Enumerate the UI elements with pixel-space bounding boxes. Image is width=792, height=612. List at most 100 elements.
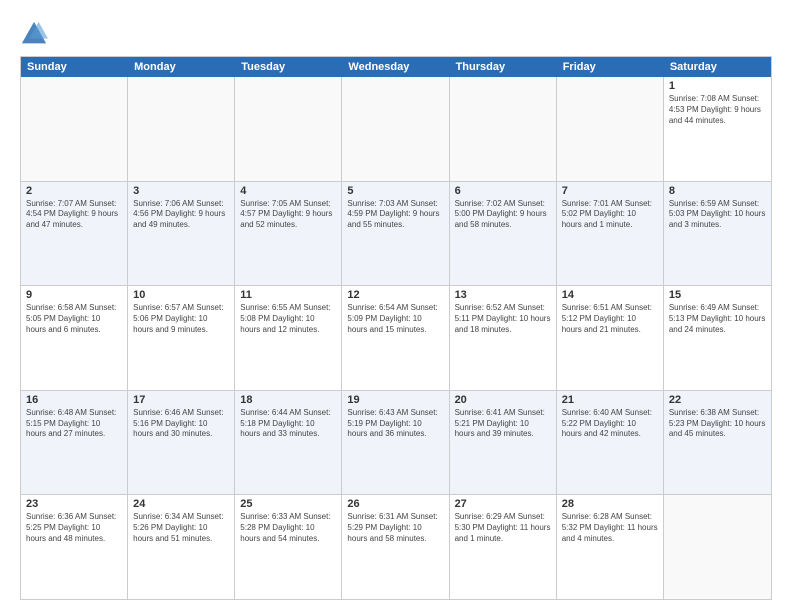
calendar-cell-2-2: 11 Sunrise: 6:55 AM Sunset: 5:08 PM Dayli… — [235, 286, 342, 390]
day-number: 15 — [669, 289, 766, 301]
calendar-cell-1-4: 6 Sunrise: 7:02 AM Sunset: 5:00 PM Daylig… — [450, 182, 557, 286]
day-info: Sunrise: 6:48 AM Sunset: 5:15 PM Dayligh… — [26, 408, 122, 440]
day-info: Sunrise: 6:31 AM Sunset: 5:29 PM Dayligh… — [347, 512, 443, 544]
logo-icon — [20, 20, 48, 48]
day-info: Sunrise: 6:46 AM Sunset: 5:16 PM Dayligh… — [133, 408, 229, 440]
day-number: 28 — [562, 498, 658, 510]
day-number: 9 — [26, 289, 122, 301]
calendar-cell-2-0: 9 Sunrise: 6:58 AM Sunset: 5:05 PM Daylig… — [21, 286, 128, 390]
day-info: Sunrise: 6:54 AM Sunset: 5:09 PM Dayligh… — [347, 303, 443, 335]
day-number: 20 — [455, 394, 551, 406]
day-info: Sunrise: 6:43 AM Sunset: 5:19 PM Dayligh… — [347, 408, 443, 440]
calendar-row-0: 1Sunrise: 7:08 AM Sunset: 4:53 PM Daylig… — [21, 77, 771, 182]
calendar-header: SundayMondayTuesdayWednesdayThursdayFrid… — [21, 57, 771, 77]
calendar-cell-4-0: 23 Sunrise: 6:36 AM Sunset: 5:25 PM Dayli… — [21, 495, 128, 599]
day-number: 17 — [133, 394, 229, 406]
weekday-header-friday: Friday — [557, 57, 664, 77]
calendar-cell-1-3: 5 Sunrise: 7:03 AM Sunset: 4:59 PM Daylig… — [342, 182, 449, 286]
calendar-cell-2-5: 14 Sunrise: 6:51 AM Sunset: 5:12 PM Dayli… — [557, 286, 664, 390]
day-info: Sunrise: 6:44 AM Sunset: 5:18 PM Dayligh… — [240, 408, 336, 440]
calendar-cell-1-6: 8 Sunrise: 6:59 AM Sunset: 5:03 PM Daylig… — [664, 182, 771, 286]
day-number: 19 — [347, 394, 443, 406]
day-number: 22 — [669, 394, 766, 406]
day-number: 24 — [133, 498, 229, 510]
day-info: Sunrise: 6:41 AM Sunset: 5:21 PM Dayligh… — [455, 408, 551, 440]
calendar-row-4: 23 Sunrise: 6:36 AM Sunset: 5:25 PM Dayli… — [21, 495, 771, 599]
day-number: 7 — [562, 185, 658, 197]
calendar-cell-4-6 — [664, 495, 771, 599]
calendar-row-2: 9 Sunrise: 6:58 AM Sunset: 5:05 PM Daylig… — [21, 286, 771, 391]
day-info: Sunrise: 7:06 AM Sunset: 4:56 PM Dayligh… — [133, 199, 229, 231]
calendar-cell-3-1: 17 Sunrise: 6:46 AM Sunset: 5:16 PM Dayli… — [128, 391, 235, 495]
day-number: 10 — [133, 289, 229, 301]
day-number: 26 — [347, 498, 443, 510]
weekday-header-wednesday: Wednesday — [342, 57, 449, 77]
day-info: Sunrise: 6:29 AM Sunset: 5:30 PM Dayligh… — [455, 512, 551, 544]
day-number: 18 — [240, 394, 336, 406]
day-info: Sunrise: 6:59 AM Sunset: 5:03 PM Dayligh… — [669, 199, 766, 231]
calendar-cell-4-2: 25 Sunrise: 6:33 AM Sunset: 5:28 PM Dayli… — [235, 495, 342, 599]
calendar-cell-4-1: 24 Sunrise: 6:34 AM Sunset: 5:26 PM Dayli… — [128, 495, 235, 599]
header — [20, 16, 772, 48]
calendar-row-1: 2 Sunrise: 7:07 AM Sunset: 4:54 PM Daylig… — [21, 182, 771, 287]
day-number: 21 — [562, 394, 658, 406]
day-number: 16 — [26, 394, 122, 406]
day-info: Sunrise: 6:55 AM Sunset: 5:08 PM Dayligh… — [240, 303, 336, 335]
day-info: Sunrise: 7:07 AM Sunset: 4:54 PM Dayligh… — [26, 199, 122, 231]
day-number: 25 — [240, 498, 336, 510]
calendar-cell-1-5: 7Sunrise: 7:01 AM Sunset: 5:02 PM Daylig… — [557, 182, 664, 286]
day-number: 6 — [455, 185, 551, 197]
calendar-cell-4-3: 26 Sunrise: 6:31 AM Sunset: 5:29 PM Dayli… — [342, 495, 449, 599]
weekday-header-saturday: Saturday — [664, 57, 771, 77]
calendar-row-3: 16 Sunrise: 6:48 AM Sunset: 5:15 PM Dayli… — [21, 391, 771, 496]
calendar-cell-0-2 — [235, 77, 342, 181]
day-info: Sunrise: 6:40 AM Sunset: 5:22 PM Dayligh… — [562, 408, 658, 440]
day-number: 3 — [133, 185, 229, 197]
weekday-header-sunday: Sunday — [21, 57, 128, 77]
day-info: Sunrise: 7:02 AM Sunset: 5:00 PM Dayligh… — [455, 199, 551, 231]
calendar-cell-1-1: 3 Sunrise: 7:06 AM Sunset: 4:56 PM Daylig… — [128, 182, 235, 286]
day-info: Sunrise: 7:08 AM Sunset: 4:53 PM Dayligh… — [669, 94, 766, 126]
day-info: Sunrise: 7:05 AM Sunset: 4:57 PM Dayligh… — [240, 199, 336, 231]
day-number: 11 — [240, 289, 336, 301]
weekday-header-monday: Monday — [128, 57, 235, 77]
calendar-cell-2-6: 15Sunrise: 6:49 AM Sunset: 5:13 PM Dayli… — [664, 286, 771, 390]
calendar-cell-0-5 — [557, 77, 664, 181]
day-number: 23 — [26, 498, 122, 510]
day-info: Sunrise: 6:33 AM Sunset: 5:28 PM Dayligh… — [240, 512, 336, 544]
calendar-cell-0-1 — [128, 77, 235, 181]
weekday-header-thursday: Thursday — [450, 57, 557, 77]
day-info: Sunrise: 6:57 AM Sunset: 5:06 PM Dayligh… — [133, 303, 229, 335]
day-number: 14 — [562, 289, 658, 301]
day-info: Sunrise: 6:52 AM Sunset: 5:11 PM Dayligh… — [455, 303, 551, 335]
calendar-cell-1-2: 4Sunrise: 7:05 AM Sunset: 4:57 PM Daylig… — [235, 182, 342, 286]
day-number: 8 — [669, 185, 766, 197]
calendar-body: 1Sunrise: 7:08 AM Sunset: 4:53 PM Daylig… — [21, 77, 771, 599]
page: SundayMondayTuesdayWednesdayThursdayFrid… — [0, 0, 792, 612]
day-info: Sunrise: 6:28 AM Sunset: 5:32 PM Dayligh… — [562, 512, 658, 544]
calendar-cell-3-4: 20 Sunrise: 6:41 AM Sunset: 5:21 PM Dayli… — [450, 391, 557, 495]
calendar-cell-4-5: 28 Sunrise: 6:28 AM Sunset: 5:32 PM Dayli… — [557, 495, 664, 599]
calendar-cell-0-3 — [342, 77, 449, 181]
calendar: SundayMondayTuesdayWednesdayThursdayFrid… — [20, 56, 772, 600]
day-info: Sunrise: 6:36 AM Sunset: 5:25 PM Dayligh… — [26, 512, 122, 544]
day-info: Sunrise: 6:58 AM Sunset: 5:05 PM Dayligh… — [26, 303, 122, 335]
calendar-cell-4-4: 27Sunrise: 6:29 AM Sunset: 5:30 PM Dayli… — [450, 495, 557, 599]
day-number: 2 — [26, 185, 122, 197]
calendar-cell-3-3: 19 Sunrise: 6:43 AM Sunset: 5:19 PM Dayli… — [342, 391, 449, 495]
calendar-cell-2-1: 10 Sunrise: 6:57 AM Sunset: 5:06 PM Dayli… — [128, 286, 235, 390]
calendar-cell-2-4: 13Sunrise: 6:52 AM Sunset: 5:11 PM Dayli… — [450, 286, 557, 390]
day-number: 12 — [347, 289, 443, 301]
day-number: 5 — [347, 185, 443, 197]
day-info: Sunrise: 7:03 AM Sunset: 4:59 PM Dayligh… — [347, 199, 443, 231]
calendar-cell-2-3: 12 Sunrise: 6:54 AM Sunset: 5:09 PM Dayli… — [342, 286, 449, 390]
calendar-cell-1-0: 2 Sunrise: 7:07 AM Sunset: 4:54 PM Daylig… — [21, 182, 128, 286]
calendar-cell-0-6: 1Sunrise: 7:08 AM Sunset: 4:53 PM Daylig… — [664, 77, 771, 181]
day-info: Sunrise: 6:34 AM Sunset: 5:26 PM Dayligh… — [133, 512, 229, 544]
calendar-cell-3-5: 21 Sunrise: 6:40 AM Sunset: 5:22 PM Dayli… — [557, 391, 664, 495]
calendar-cell-3-2: 18 Sunrise: 6:44 AM Sunset: 5:18 PM Dayli… — [235, 391, 342, 495]
calendar-cell-3-0: 16 Sunrise: 6:48 AM Sunset: 5:15 PM Dayli… — [21, 391, 128, 495]
day-info: Sunrise: 6:51 AM Sunset: 5:12 PM Dayligh… — [562, 303, 658, 335]
calendar-cell-3-6: 22 Sunrise: 6:38 AM Sunset: 5:23 PM Dayli… — [664, 391, 771, 495]
day-info: Sunrise: 6:38 AM Sunset: 5:23 PM Dayligh… — [669, 408, 766, 440]
